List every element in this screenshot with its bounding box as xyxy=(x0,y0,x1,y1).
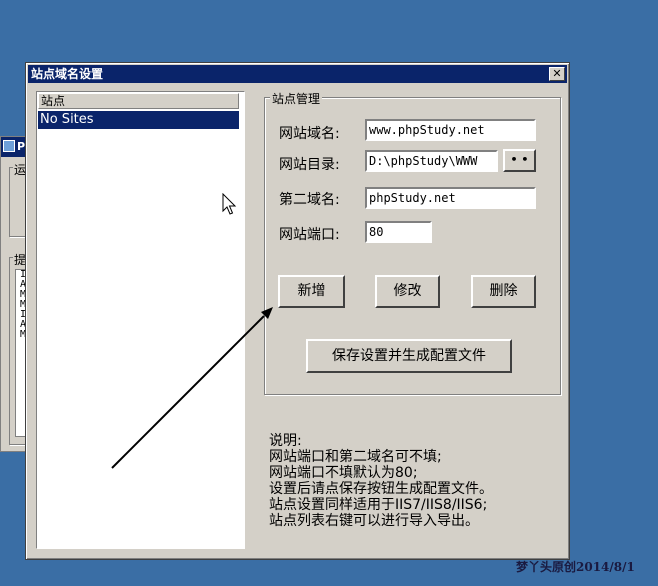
annotation-arrow xyxy=(111,307,273,469)
watermark: 梦丫头原创2014/8/1 xyxy=(516,560,635,574)
